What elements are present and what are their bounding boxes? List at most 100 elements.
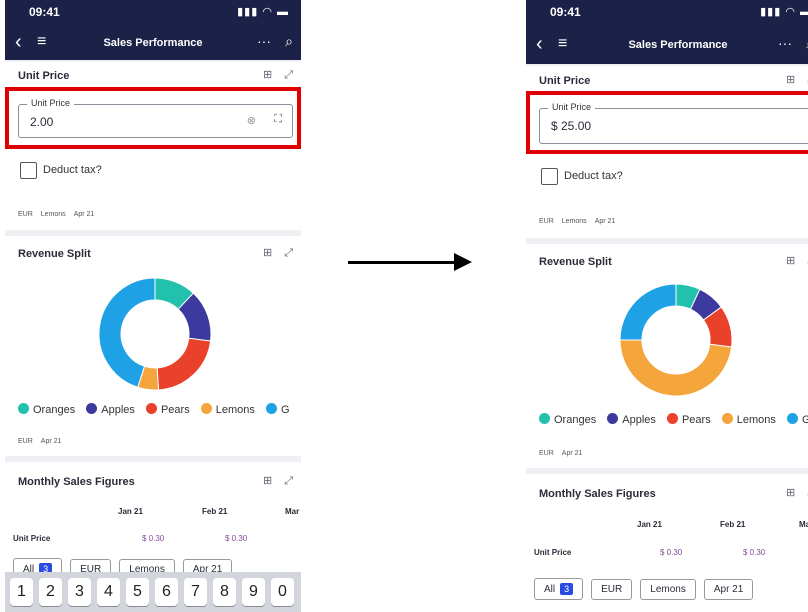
chart-legend: Oranges Apples Pears Lemons G [18, 403, 298, 416]
more-options-icon[interactable]: ··· [257, 33, 271, 49]
card-tags: EUR Apr 21 [18, 438, 69, 445]
phone-after: 09:41 ▮▮▮ ◠ ▬ ‹ ≡ Sales Performance ··· … [526, 0, 808, 612]
donut-slice-lemons[interactable] [619, 339, 733, 397]
legend-dot [607, 413, 619, 424]
legend-dot [145, 403, 157, 414]
tag: EUR [539, 218, 554, 225]
key-9[interactable]: 9 [242, 578, 265, 606]
filter-chips: All 3 EUR Lemons Apr 21 [534, 578, 761, 600]
deduct-tax-checkbox[interactable] [541, 168, 558, 185]
highlight-box [5, 87, 301, 149]
tag: Lemons [561, 218, 587, 225]
table-cell: $ 0.30 [743, 548, 766, 557]
legend-dot [265, 403, 277, 414]
legend-dot [539, 413, 550, 424]
add-comment-icon[interactable]: ⊞ [786, 74, 795, 86]
legend-dot [200, 403, 212, 414]
chip-all[interactable]: All 3 [534, 578, 584, 600]
column-header: Jan 21 [118, 507, 143, 516]
legend-item: G [265, 403, 290, 416]
key-4[interactable]: 4 [97, 578, 120, 606]
chip-count-badge: 3 [560, 583, 574, 595]
tag: EUR [18, 438, 33, 445]
key-6[interactable]: 6 [155, 578, 178, 606]
status-bar: 09:41 ▮▮▮ ◠ ▬ [526, 0, 808, 28]
donut-slice-pears[interactable] [156, 337, 212, 391]
card-title: Revenue Split [539, 256, 612, 268]
more-options-icon[interactable]: ··· [778, 35, 792, 51]
status-icons: ▮▮▮ ◠ ▬ [760, 6, 808, 18]
card-title: Unit Price [539, 75, 591, 87]
legend-item: Apples [607, 413, 656, 426]
card-title: Monthly Sales Figures [18, 476, 135, 488]
tag: EUR [18, 211, 33, 218]
table-cell: $ 0.30 [660, 548, 683, 557]
table-cell: $ 0.30 [225, 534, 248, 543]
expand-icon[interactable]: ⤢ [284, 475, 293, 487]
card-title: Monthly Sales Figures [539, 488, 656, 500]
status-icons: ▮▮▮ ◠ ▬ [237, 6, 289, 18]
key-5[interactable]: 5 [126, 578, 149, 606]
key-3[interactable]: 3 [68, 578, 91, 606]
nav-bar: ‹ ≡ Sales Performance ··· ⌕ [5, 26, 301, 60]
transition-arrow [348, 261, 458, 264]
phone-before: 09:41 ▮▮▮ ◠ ▬ ‹ ≡ Sales Performance ··· … [5, 0, 301, 612]
donut-slice-g[interactable] [619, 283, 677, 341]
card-tags: EUR Apr 21 [539, 450, 590, 457]
column-header: Mar [285, 507, 300, 516]
add-comment-icon[interactable]: ⊞ [263, 69, 272, 81]
card-title: Unit Price [18, 70, 70, 82]
legend-item: Oranges [539, 413, 596, 426]
revenue-split-card: Revenue Split ⊞ ⤢ Oranges Apples Pears Le… [5, 236, 301, 456]
legend-item: Pears [145, 403, 190, 416]
deduct-tax-label: Deduct tax? [564, 170, 623, 182]
legend-dot [86, 403, 98, 414]
column-header: Mar [799, 520, 808, 529]
chip-product[interactable]: Lemons [640, 579, 696, 600]
table-cell: $ 0.30 [142, 534, 165, 543]
expand-icon[interactable]: ⤢ [284, 247, 293, 259]
key-8[interactable]: 8 [213, 578, 236, 606]
deduct-tax-checkbox[interactable] [20, 162, 37, 179]
key-0[interactable]: 0 [271, 578, 294, 606]
legend-item: Pears [666, 413, 711, 426]
tag: Apr 21 [73, 211, 95, 218]
column-header: Jan 21 [637, 520, 662, 529]
add-comment-icon[interactable]: ⊞ [263, 247, 272, 259]
chip-currency[interactable]: EUR [591, 579, 633, 600]
tag: Apr 21 [594, 218, 616, 225]
search-icon[interactable]: ⌕ [285, 33, 293, 50]
legend-dot [721, 413, 733, 424]
legend-item: Oranges [18, 403, 75, 416]
revenue-donut-chart [619, 283, 733, 397]
card-tags: EUR Lemons Apr 21 [18, 211, 102, 218]
nav-bar: ‹ ≡ Sales Performance ··· ⌕ [526, 28, 808, 64]
card-title: Revenue Split [18, 248, 91, 260]
chart-legend: Oranges Apples Pears Lemons G [539, 413, 808, 426]
legend-dot [18, 403, 29, 414]
add-comment-icon[interactable]: ⊞ [786, 487, 795, 499]
revenue-donut-chart [98, 277, 212, 391]
key-2[interactable]: 2 [39, 578, 62, 606]
add-comment-icon[interactable]: ⊞ [786, 255, 795, 267]
highlight-box [526, 91, 808, 154]
legend-item: Apples [86, 403, 135, 416]
row-label: Unit Price [13, 534, 51, 543]
status-time: 09:41 [29, 5, 60, 19]
monthly-sales-card: Monthly Sales Figures ⊞⤢ Jan 21 Feb 21 M… [526, 474, 808, 612]
add-comment-icon[interactable]: ⊞ [263, 475, 272, 487]
column-header: Feb 21 [202, 507, 228, 516]
status-bar: 09:41 ▮▮▮ ◠ ▬ [5, 0, 301, 26]
column-header: Feb 21 [720, 520, 746, 529]
tag: Lemons [40, 211, 66, 218]
back-chevron-icon[interactable]: ‹ [536, 33, 543, 56]
expand-icon[interactable]: ⤢ [284, 69, 293, 81]
arrow-head-icon [454, 253, 472, 271]
key-7[interactable]: 7 [184, 578, 207, 606]
legend-dot [666, 413, 678, 424]
deduct-tax-label: Deduct tax? [43, 164, 102, 176]
key-1[interactable]: 1 [10, 578, 33, 606]
numeric-keyboard: 1 2 3 4 5 6 7 8 9 0 [5, 572, 301, 612]
chip-month[interactable]: Apr 21 [703, 579, 754, 600]
legend-item: Lemons [721, 413, 776, 426]
